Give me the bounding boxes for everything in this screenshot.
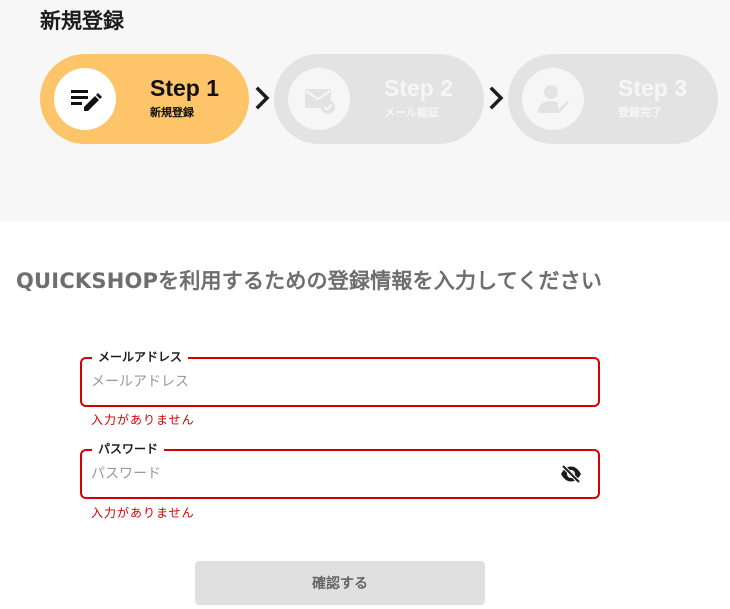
password-input[interactable] xyxy=(91,464,531,484)
mail-check-icon xyxy=(288,68,350,130)
chevron-right-icon xyxy=(489,86,504,110)
step-1-label: 新規登録 xyxy=(150,106,194,119)
step-2-label: メール認証 xyxy=(384,106,439,119)
email-input[interactable] xyxy=(91,372,531,392)
step-3-label: 登録完了 xyxy=(618,106,662,119)
password-field: パスワード xyxy=(80,441,600,499)
email-error: 入力がありません xyxy=(91,413,195,427)
email-field-label: メールアドレス xyxy=(92,349,189,365)
edit-note-icon xyxy=(54,68,116,130)
password-error: 入力がありません xyxy=(91,506,195,520)
confirm-button[interactable]: 確認する xyxy=(195,561,485,605)
form-subtitle: QUICKSHOPを利用するための登録情報を入力してください xyxy=(16,269,603,293)
page-title: 新規登録 xyxy=(40,9,124,33)
step-3-number: Step 3 xyxy=(618,75,688,101)
step-2: Step 2 メール認証 xyxy=(274,54,484,144)
user-check-icon xyxy=(522,68,584,130)
step-3: Step 3 登録完了 xyxy=(508,54,718,144)
chevron-right-icon xyxy=(255,86,270,110)
step-1: Step 1 新規登録 xyxy=(40,54,249,144)
step-2-number: Step 2 xyxy=(384,75,454,101)
password-field-label: パスワード xyxy=(92,441,165,457)
eye-off-icon[interactable] xyxy=(560,465,582,483)
email-field: メールアドレス xyxy=(80,349,600,407)
step-1-number: Step 1 xyxy=(150,75,220,101)
